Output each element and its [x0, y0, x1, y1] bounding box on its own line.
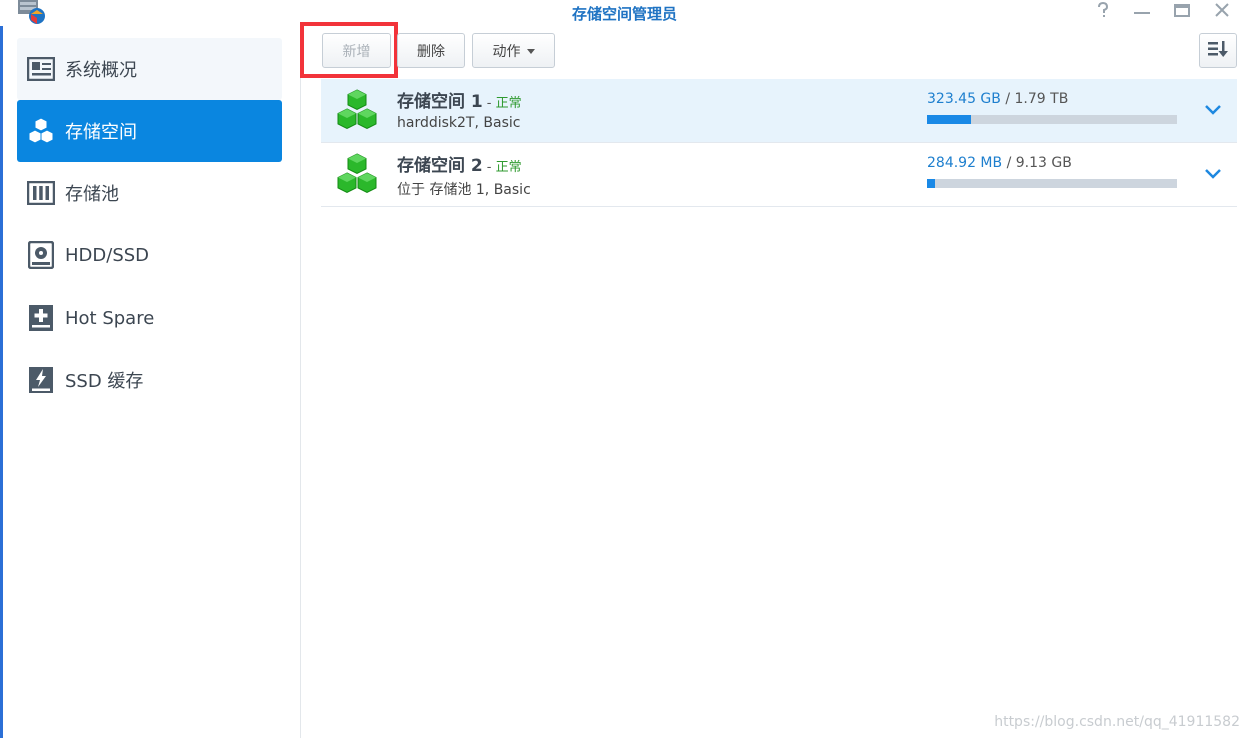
sidebar-item-hdd-ssd[interactable]: HDD/SSD — [17, 224, 282, 286]
volume-name: 存储空间 2 — [397, 156, 483, 176]
total-capacity: 9.13 GB — [1015, 155, 1072, 171]
maximize-icon[interactable] — [1170, 2, 1194, 24]
volume-cubes-icon — [335, 153, 379, 199]
usage-bar-fill — [927, 115, 971, 124]
sort-button[interactable] — [1199, 33, 1237, 68]
highlight-annotation-box — [300, 22, 398, 78]
sidebar-item-overview[interactable]: 系统概况 — [17, 38, 282, 100]
delete-button-label: 删除 — [417, 43, 445, 60]
sidebar-item-label: 存储空间 — [65, 122, 137, 143]
volume-detail: harddisk2T, Basic — [397, 115, 521, 131]
sidebar: 系统概况 存储空间 存储池 HDD/SSD Hot Spare SSD 缓存 — [3, 26, 301, 738]
action-button-label: 动作 — [492, 43, 521, 60]
delete-button[interactable]: 删除 — [397, 33, 465, 68]
help-icon[interactable] — [1091, 1, 1115, 24]
minimize-icon[interactable] — [1130, 2, 1154, 24]
usage-separator: / — [1002, 155, 1016, 171]
volume-row[interactable]: 存储空间 1- 正常 harddisk2T, Basic 323.45 GB /… — [321, 79, 1237, 143]
usage-text: 284.92 MB / 9.13 GB — [927, 155, 1072, 171]
hot-spare-icon — [27, 304, 55, 332]
sidebar-item-label: Hot Spare — [65, 307, 155, 329]
volume-name: 存储空间 1 — [397, 92, 483, 112]
status-badge: 正常 — [495, 160, 522, 175]
sidebar-item-label: HDD/SSD — [65, 244, 150, 266]
usage-text: 323.45 GB / 1.79 TB — [927, 91, 1068, 107]
sidebar-item-storage-pool[interactable]: 存储池 — [17, 162, 282, 224]
sidebar-item-label: 系统概况 — [65, 60, 137, 81]
status-separator: - — [486, 160, 496, 175]
usage-bar — [927, 115, 1177, 124]
action-dropdown-button[interactable]: 动作 — [472, 33, 555, 68]
ssd-cache-icon — [27, 366, 55, 394]
sidebar-item-volume[interactable]: 存储空间 — [17, 100, 282, 162]
volume-detail: 位于 存储池 1, Basic — [397, 182, 531, 198]
storage-pool-icon — [27, 179, 55, 207]
volume-title: 存储空间 2- 正常 — [397, 151, 522, 176]
volume-row[interactable]: 存储空间 2- 正常 位于 存储池 1, Basic 284.92 MB / 9… — [321, 143, 1237, 207]
sort-icon — [1207, 40, 1229, 62]
chevron-down-icon[interactable] — [1204, 101, 1222, 120]
overview-icon — [27, 55, 55, 83]
usage-separator: / — [1000, 91, 1015, 107]
chevron-down-icon[interactable] — [1204, 165, 1222, 184]
used-capacity: 323.45 GB — [927, 91, 1001, 107]
volume-cubes-icon — [335, 89, 379, 135]
hdd-icon — [27, 241, 55, 269]
title-bar: 存储空间管理员 — [0, 0, 1249, 26]
used-capacity: 284.92 MB — [927, 155, 1003, 171]
status-badge: 正常 — [495, 96, 522, 111]
total-capacity: 1.79 TB — [1014, 91, 1069, 107]
status-separator: - — [486, 96, 496, 111]
caret-down-icon — [526, 49, 535, 54]
volume-title: 存储空间 1- 正常 — [397, 87, 522, 112]
close-icon[interactable] — [1210, 2, 1234, 24]
usage-bar — [927, 179, 1177, 188]
volume-cubes-icon — [27, 117, 55, 145]
sidebar-item-label: 存储池 — [65, 184, 119, 205]
watermark: https://blog.csdn.net/qq_41911582 — [994, 714, 1240, 730]
usage-bar-fill — [927, 179, 935, 188]
sidebar-item-hot-spare[interactable]: Hot Spare — [17, 287, 282, 349]
sidebar-item-ssd-cache[interactable]: SSD 缓存 — [17, 349, 282, 411]
window-title: 存储空间管理员 — [571, 5, 677, 23]
sidebar-item-label: SSD 缓存 — [65, 371, 144, 392]
